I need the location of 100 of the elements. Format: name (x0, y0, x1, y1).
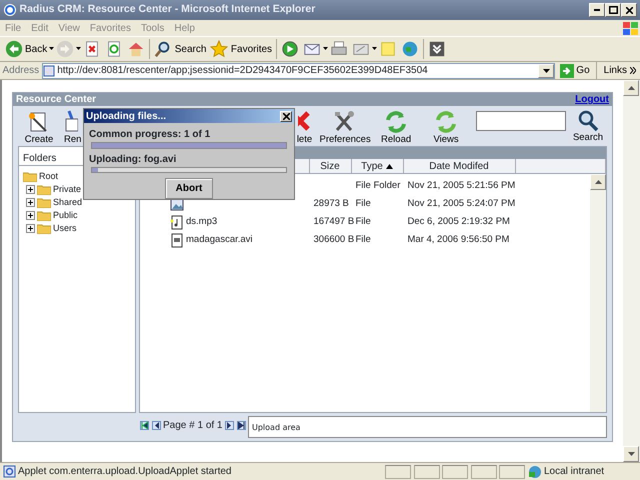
down-caret-icon (628, 452, 634, 456)
dropdown-caret-icon[interactable] (76, 47, 82, 51)
folder-icon (37, 210, 51, 221)
upload-area[interactable]: Upload area (248, 416, 607, 438)
first-page-icon (141, 422, 148, 429)
file-type: File (356, 216, 371, 227)
maximize-icon (608, 6, 618, 14)
folder-label[interactable]: Private (53, 182, 82, 196)
column-header[interactable]: Size (310, 159, 352, 173)
down-chevrons-icon (428, 40, 446, 58)
file-type: File Folder (356, 180, 400, 191)
file-name[interactable]: madagascar.avi (186, 232, 253, 248)
last-page-button[interactable] (236, 421, 246, 430)
status-bar-pane (470, 464, 496, 478)
globe-icon (401, 40, 420, 58)
expand-icon[interactable] (26, 224, 35, 233)
folder-icon (37, 184, 51, 195)
minimize-icon (594, 9, 600, 11)
progress-label: Uploading: fog.avi (89, 154, 176, 164)
windows-flag-icon (622, 20, 640, 36)
close-button[interactable] (621, 3, 637, 17)
back-button[interactable]: Back (2, 37, 50, 61)
create-button[interactable]: Create (19, 108, 59, 145)
dropdown-caret-icon[interactable] (372, 47, 378, 51)
page-indicator: Page # 1 of 1 (163, 419, 222, 433)
close-icon (282, 112, 290, 120)
file-date: Nov 21, 2005 5:21:56 PM (408, 180, 516, 191)
file-date: Nov 21, 2005 5:24:07 PM (408, 198, 516, 209)
go-button[interactable]: Go (558, 62, 592, 78)
links-button[interactable]: Links (602, 62, 638, 78)
status-bar-pane (414, 464, 440, 478)
video-file-icon (170, 232, 184, 248)
folder-label[interactable]: Users (53, 222, 77, 236)
file-size: 167497 B (314, 216, 354, 227)
favorites-button[interactable]: Favorites (208, 37, 274, 61)
folder-label[interactable]: Public (53, 208, 78, 222)
progress-label: Common progress: 1 of 1 (89, 129, 210, 140)
last-page-icon (238, 422, 244, 429)
file-size: 28973 B (314, 198, 349, 209)
next-page-button[interactable] (225, 421, 234, 430)
column-header[interactable]: Date Modifed (404, 159, 516, 173)
star-icon (210, 40, 228, 58)
scroll-up-button[interactable] (623, 80, 639, 96)
status-text: Applet com.enterra.upload.UploadApplet started (18, 465, 232, 479)
file-date: Dec 6, 2005 2:19:32 PM (408, 216, 510, 227)
first-page-button[interactable] (140, 421, 149, 430)
scroll-down-button[interactable] (623, 446, 639, 462)
panel-title: Resource Center (16, 93, 98, 107)
note-icon (379, 40, 398, 58)
expand-icon[interactable] (26, 185, 35, 194)
minimize-button[interactable] (589, 3, 605, 17)
up-caret-icon (628, 86, 634, 90)
home-icon (127, 40, 146, 58)
address-label: Address (2, 64, 40, 78)
dropdown-caret-icon[interactable] (323, 47, 328, 51)
search-button[interactable]: Search (152, 37, 208, 61)
up-caret-icon (594, 180, 602, 184)
network-globe-icon (528, 465, 542, 478)
folder-label[interactable]: Shared (53, 196, 82, 210)
next-page-icon (226, 422, 233, 429)
file-date: Mar 4, 2006 9:56:50 PM (408, 234, 510, 245)
folder-icon (37, 223, 51, 234)
window-title: Radius CRM: Resource Center - Microsoft Internet Explorer (20, 2, 316, 18)
expand-icon[interactable] (26, 211, 35, 220)
status-bar-pane (385, 464, 411, 478)
views-button[interactable]: Views (426, 108, 466, 145)
previous-page-button[interactable] (152, 421, 160, 430)
reload-button[interactable]: Reload (376, 108, 416, 145)
logout-link[interactable]: Logout (575, 92, 609, 107)
delete-button[interactable]: lete (297, 108, 312, 145)
media-icon (281, 40, 300, 58)
audio-file-icon (170, 214, 184, 230)
close-button[interactable] (280, 110, 292, 122)
file-type: File (356, 234, 371, 245)
column-header[interactable]: Type (352, 159, 404, 173)
address-field[interactable]: http://dev:8081/rescenter/app;jsessionid=2D2943470F9CEF35602E399D48EF3504 (42, 62, 556, 78)
status-bar-pane (442, 464, 468, 478)
scroll-up-button[interactable] (590, 174, 606, 190)
file-type: File (356, 198, 371, 209)
search-button[interactable]: Search (568, 108, 608, 143)
chevron-icon (630, 67, 636, 74)
abort-button[interactable]: Abort (164, 178, 214, 199)
search-icon (576, 108, 600, 132)
expand-icon[interactable] (26, 198, 35, 207)
search-field[interactable] (476, 111, 566, 131)
folder-icon (37, 197, 51, 208)
file-name[interactable]: ds.mp3 (186, 214, 218, 230)
dropdown-caret-icon[interactable] (542, 68, 550, 72)
file-size: 306600 B (314, 234, 354, 245)
dialog-title: Uploading files... (86, 110, 168, 124)
dropdown-caret-icon[interactable] (49, 47, 54, 51)
printer-icon (330, 40, 348, 58)
maximize-button[interactable] (605, 3, 621, 17)
folder-label[interactable]: Root (39, 170, 58, 184)
search-icon (154, 40, 172, 58)
status-bar-pane (499, 464, 525, 478)
previous-page-icon (152, 422, 160, 429)
folder-icon (23, 171, 37, 182)
close-icon (626, 6, 632, 14)
folders-heading: Folders (23, 153, 56, 164)
